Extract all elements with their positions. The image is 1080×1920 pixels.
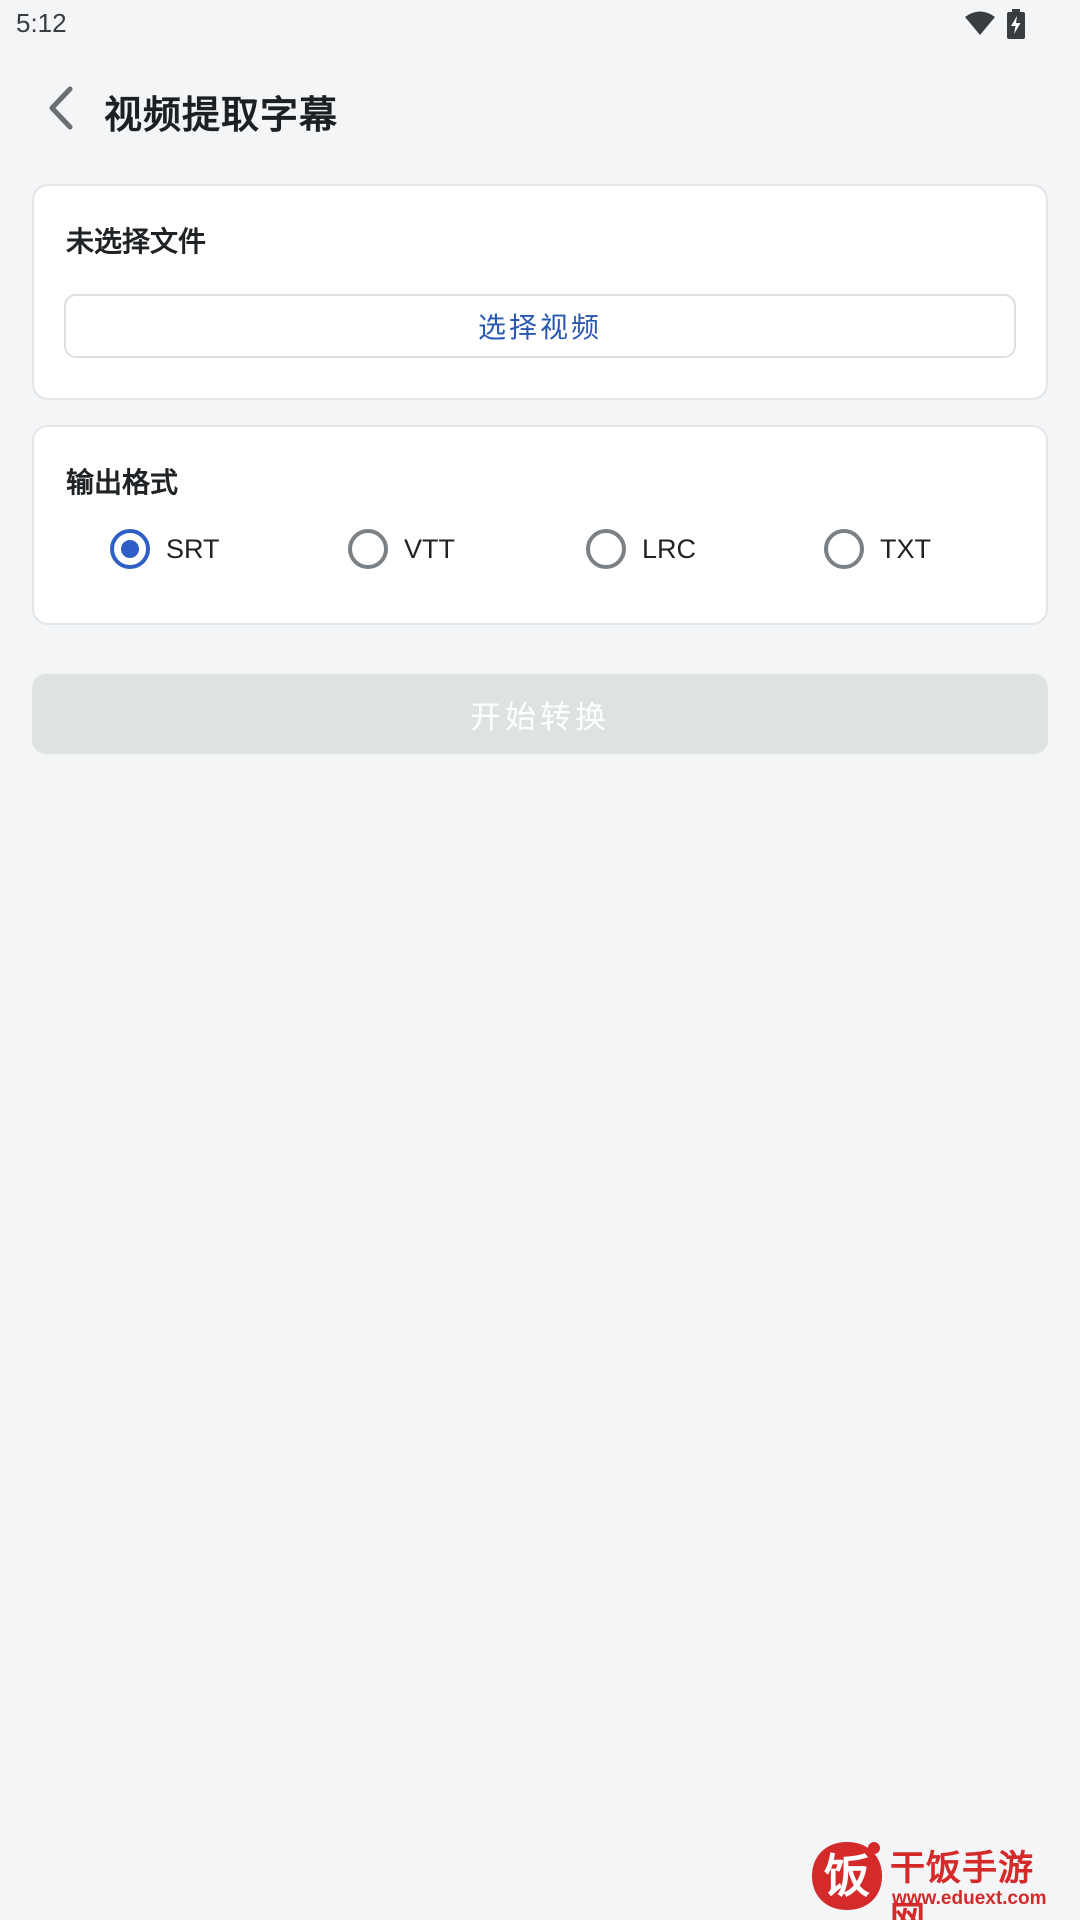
radio-option-vtt[interactable]: VTT bbox=[348, 527, 455, 571]
wifi-icon bbox=[965, 11, 995, 35]
battery-charging-icon bbox=[1007, 9, 1025, 39]
page-title: 视频提取字幕 bbox=[104, 93, 339, 137]
screen: 5:12 视频提取字幕 未选择文件 选择视频 输出格式 SRT VTT LRC … bbox=[0, 0, 1080, 1920]
start-conversion-button[interactable]: 开始转换 bbox=[32, 674, 1048, 754]
radio-label-txt: TXT bbox=[880, 533, 931, 564]
radio-option-srt[interactable]: SRT bbox=[110, 527, 220, 571]
watermark-logo-char: 饭 bbox=[824, 1849, 870, 1903]
radio-button-unchecked[interactable] bbox=[348, 529, 388, 569]
radio-option-txt[interactable]: TXT bbox=[824, 527, 931, 571]
radio-button-checked[interactable] bbox=[110, 529, 150, 569]
output-format-card: 输出格式 SRT VTT LRC TXT bbox=[32, 425, 1048, 625]
output-format-title: 输出格式 bbox=[66, 466, 179, 499]
watermark-url: www.eduext.com bbox=[892, 1888, 1047, 1909]
format-radio-group: SRT VTT LRC TXT bbox=[74, 527, 1014, 571]
select-video-button[interactable]: 选择视频 bbox=[64, 294, 1016, 358]
radio-button-unchecked[interactable] bbox=[586, 529, 626, 569]
chevron-left-icon bbox=[49, 86, 73, 130]
file-selection-card: 未选择文件 选择视频 bbox=[32, 184, 1048, 400]
radio-option-lrc[interactable]: LRC bbox=[586, 527, 696, 571]
app-bar: 视频提取字幕 bbox=[0, 58, 1080, 158]
watermark-logo-icon: 饭 bbox=[812, 1842, 882, 1910]
radio-label-lrc: LRC bbox=[642, 533, 697, 564]
file-status-text: 未选择文件 bbox=[66, 225, 207, 258]
radio-label-srt: SRT bbox=[166, 533, 220, 564]
radio-button-unchecked[interactable] bbox=[824, 529, 864, 569]
radio-label-vtt: VTT bbox=[404, 533, 455, 564]
status-time: 5:12 bbox=[16, 8, 67, 38]
site-watermark: 饭 干饭手游网 www.eduext.com bbox=[808, 1838, 1068, 1920]
back-button[interactable] bbox=[32, 80, 88, 136]
status-bar: 5:12 bbox=[0, 0, 1080, 50]
